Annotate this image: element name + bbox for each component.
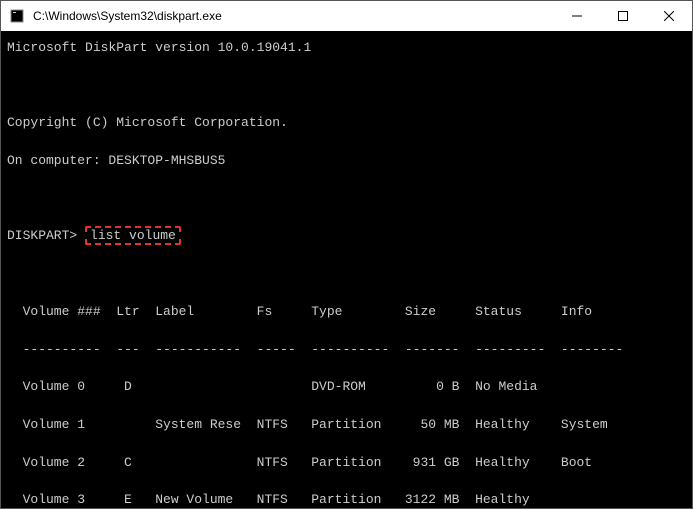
cmd-list-volume: list volume (85, 226, 181, 245)
table-row: Volume 0 D DVD-ROM 0 B No Media (7, 378, 686, 397)
maximize-button[interactable] (600, 1, 646, 31)
diskpart-window: C:\Windows\System32\diskpart.exe Microso… (0, 0, 693, 509)
minimize-button[interactable] (554, 1, 600, 31)
app-icon (9, 8, 25, 24)
terminal-output[interactable]: Microsoft DiskPart version 10.0.19041.1 … (1, 31, 692, 508)
prompt-line-1: DISKPART> list volume (7, 227, 686, 246)
prompt: DISKPART> (7, 228, 77, 243)
table-row: Volume 3 E New Volume NTFS Partition 312… (7, 491, 686, 508)
table-row: Volume 2 C NTFS Partition 931 GB Healthy… (7, 454, 686, 473)
window-title: C:\Windows\System32\diskpart.exe (33, 9, 222, 23)
table-header: Volume ### Ltr Label Fs Type Size Status… (7, 303, 686, 322)
titlebar[interactable]: C:\Windows\System32\diskpart.exe (1, 1, 692, 31)
table-row: Volume 1 System Rese NTFS Partition 50 M… (7, 416, 686, 435)
table-divider: ---------- --- ----------- ----- -------… (7, 341, 686, 360)
close-button[interactable] (646, 1, 692, 31)
computer-line: On computer: DESKTOP-MHSBUS5 (7, 152, 686, 171)
copyright-line: Copyright (C) Microsoft Corporation. (7, 114, 686, 133)
version-line: Microsoft DiskPart version 10.0.19041.1 (7, 39, 686, 58)
